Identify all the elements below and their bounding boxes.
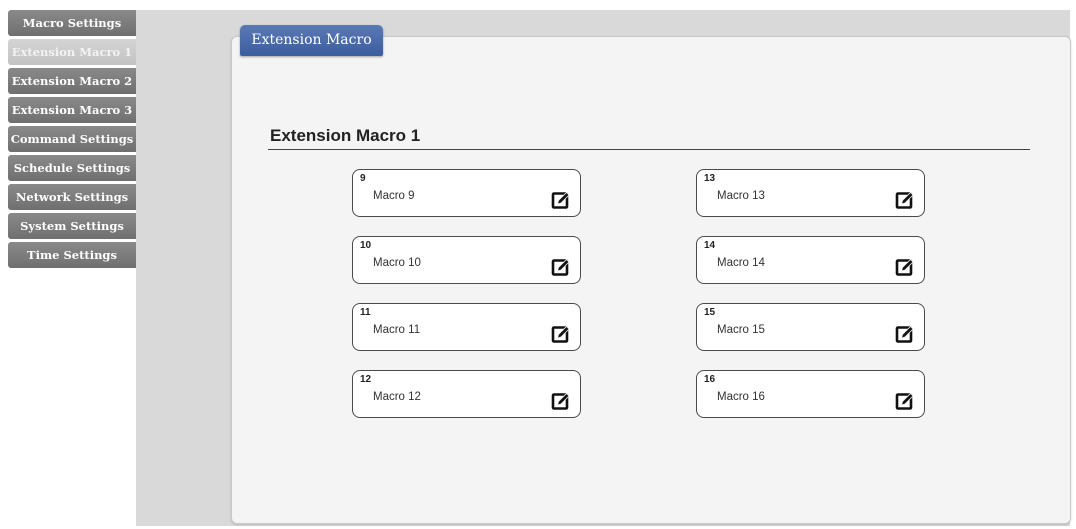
macro-name: Macro 14 — [717, 257, 765, 269]
edit-icon[interactable] — [551, 391, 571, 411]
section-title: Extension Macro 1 — [270, 126, 421, 145]
edit-icon[interactable] — [895, 190, 915, 210]
macro-card-12: 12 Macro 12 — [352, 370, 581, 418]
macro-card-13: 13 Macro 13 — [696, 169, 925, 217]
macro-number: 14 — [704, 240, 716, 251]
macro-name: Macro 15 — [717, 324, 765, 336]
macro-number: 11 — [360, 307, 371, 318]
sidebar-item-macro-settings[interactable]: Macro Settings — [8, 10, 136, 36]
sidebar-item-schedule-settings[interactable]: Schedule Settings — [8, 155, 136, 181]
macro-card-15: 15 Macro 15 — [696, 303, 925, 351]
edit-icon[interactable] — [551, 190, 571, 210]
macro-name: Macro 11 — [373, 324, 421, 336]
edit-icon[interactable] — [551, 324, 571, 344]
macro-number: 9 — [360, 173, 366, 184]
macro-number: 13 — [704, 173, 716, 184]
macro-name: Macro 12 — [373, 391, 421, 403]
edit-icon[interactable] — [895, 391, 915, 411]
macro-name: Macro 9 — [373, 190, 415, 202]
sidebar-nav: Macro Settings Extension Macro 1 Extensi… — [8, 10, 136, 271]
edit-icon[interactable] — [895, 257, 915, 277]
sidebar-item-extension-macro-3[interactable]: Extension Macro 3 — [8, 97, 136, 123]
sidebar-item-network-settings[interactable]: Network Settings — [8, 184, 136, 210]
sidebar-item-extension-macro-1[interactable]: Extension Macro 1 — [8, 39, 136, 65]
macro-name: Macro 13 — [717, 190, 765, 202]
edit-icon[interactable] — [895, 324, 915, 344]
macro-number: 12 — [360, 374, 372, 385]
macro-card-10: 10 Macro 10 — [352, 236, 581, 284]
macro-name: Macro 10 — [373, 257, 421, 269]
macro-card-14: 14 Macro 14 — [696, 236, 925, 284]
macro-card-9: 9 Macro 9 — [352, 169, 581, 217]
macro-card-11: 11 Macro 11 — [352, 303, 581, 351]
sidebar-item-time-settings[interactable]: Time Settings — [8, 242, 136, 268]
sidebar-item-extension-macro-2[interactable]: Extension Macro 2 — [8, 68, 136, 94]
tab-extension-macro[interactable]: Extension Macro — [240, 25, 383, 56]
macro-number: 10 — [360, 240, 372, 251]
sidebar-item-system-settings[interactable]: System Settings — [8, 213, 136, 239]
macro-number: 16 — [704, 374, 716, 385]
sidebar-item-command-settings[interactable]: Command Settings — [8, 126, 136, 152]
section-divider — [268, 149, 1030, 150]
edit-icon[interactable] — [551, 257, 571, 277]
macro-number: 15 — [704, 307, 716, 318]
macro-name: Macro 16 — [717, 391, 765, 403]
macro-card-16: 16 Macro 16 — [696, 370, 925, 418]
